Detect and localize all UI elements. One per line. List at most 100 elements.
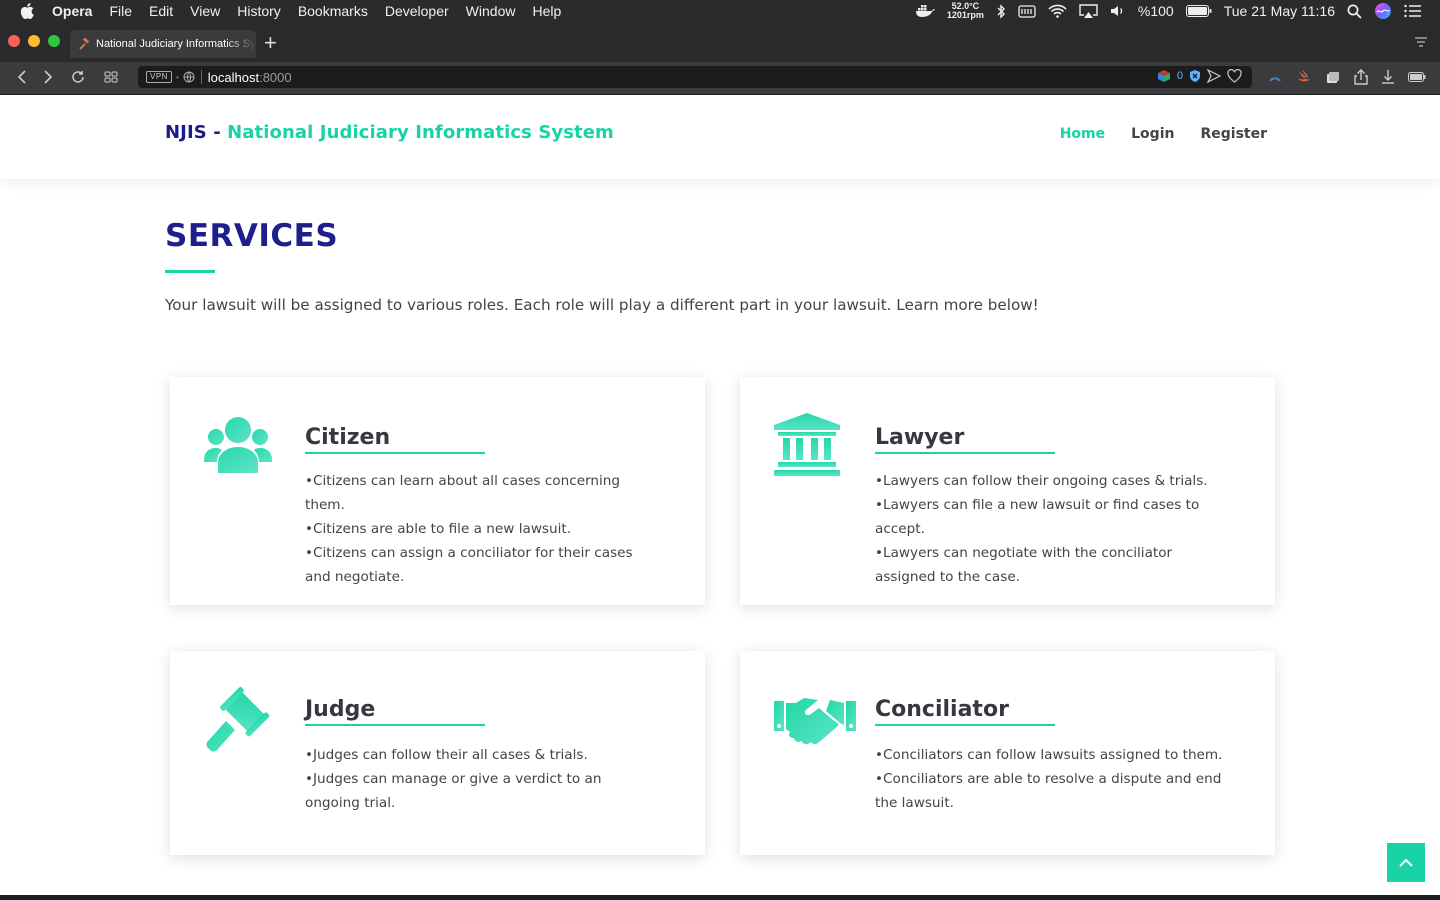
battery-saver-icon[interactable]: [1408, 71, 1426, 83]
swift-extension-icon[interactable]: [1296, 69, 1312, 85]
share-icon[interactable]: [1354, 69, 1368, 85]
site-logo[interactable]: NJIS - National Judiciary Informatics Sy…: [165, 122, 614, 143]
keyboard-icon[interactable]: [1018, 4, 1036, 18]
browser-tab-active[interactable]: National Judiciary Informatics System: [70, 30, 256, 58]
card-title-conciliator: Conciliator: [875, 697, 1009, 722]
service-card-citizen: Citizen Citizens can learn about all cas…: [170, 377, 705, 605]
url-port: :8000: [259, 69, 292, 85]
gavel-icon: [206, 687, 270, 752]
back-to-top-button[interactable]: [1387, 843, 1425, 882]
services-title-underline: [165, 270, 215, 273]
service-card-lawyer: Lawyer Lawyers can follow their ongoing …: [740, 377, 1275, 605]
forward-icon[interactable]: [42, 70, 54, 84]
window-minimize-button[interactable]: [28, 35, 40, 47]
fan-speed: 1201rpm: [946, 10, 984, 20]
menu-help[interactable]: Help: [532, 0, 561, 22]
services-description: Your lawsuit will be assigned to various…: [165, 296, 1039, 314]
main-nav: Home Login Register: [1060, 126, 1267, 142]
date-time[interactable]: Tue 21 May 11:16: [1224, 3, 1335, 19]
lawyer-feature-list: Lawyers can follow their ongoing cases &…: [875, 469, 1235, 589]
menu-history[interactable]: History: [237, 0, 281, 22]
macos-menubar: Opera File Edit View History Bookmarks D…: [0, 0, 1440, 22]
globe-icon: [183, 71, 195, 83]
list-item: Conciliators can follow lawsuits assigne…: [875, 743, 1240, 767]
nav-home[interactable]: Home: [1060, 126, 1105, 142]
heart-bookmark-icon[interactable]: [1227, 69, 1242, 83]
tab-menu-icon[interactable]: [1414, 37, 1428, 49]
volume-icon[interactable]: [1110, 4, 1126, 18]
citizen-feature-list: Citizens can learn about all cases conce…: [305, 469, 655, 589]
card-title-judge: Judge: [305, 697, 376, 722]
vpn-badge[interactable]: VPN: [146, 71, 172, 83]
cpu-temp-readout[interactable]: 52.0°C 1201rpm: [947, 2, 984, 20]
bluetooth-icon[interactable]: [996, 3, 1006, 19]
list-item: Citizens can assign a conciliator for th…: [305, 541, 655, 589]
nav-login[interactable]: Login: [1131, 126, 1174, 142]
list-item: Citizens can learn about all cases conce…: [305, 469, 655, 517]
card-title-citizen: Citizen: [305, 425, 391, 450]
notification-center-icon[interactable]: [1404, 4, 1422, 18]
menu-edit[interactable]: Edit: [149, 0, 173, 22]
card-title-underline: [875, 724, 1055, 726]
tabs-stack-icon[interactable]: [1325, 69, 1341, 85]
list-item: Lawyers can negotiate with the conciliat…: [875, 541, 1235, 589]
tab-grid-icon[interactable]: [104, 70, 118, 84]
download-icon[interactable]: [1381, 69, 1395, 85]
service-card-judge: Judge Judges can follow their all cases …: [170, 651, 705, 855]
chevron-up-icon: [1399, 858, 1413, 867]
menu-developer[interactable]: Developer: [385, 0, 449, 22]
address-bar-actions: 0: [1157, 69, 1242, 83]
gavel-favicon-icon: [79, 38, 90, 50]
url-host: localhost: [207, 69, 260, 85]
courthouse-icon: [774, 413, 840, 476]
address-bar[interactable]: VPN • localhost:8000 0: [138, 66, 1252, 88]
logo-abbreviation: NJIS -: [165, 122, 228, 143]
adblock-shield-icon[interactable]: [1189, 69, 1201, 83]
service-card-conciliator: Conciliator Conciliators can follow laws…: [740, 651, 1275, 855]
menu-bookmarks[interactable]: Bookmarks: [298, 0, 368, 22]
arc-extension-icon[interactable]: [1267, 69, 1283, 85]
card-title-lawyer: Lawyer: [875, 425, 965, 450]
reload-icon[interactable]: [71, 70, 85, 84]
adblock-count: 0: [1176, 70, 1183, 82]
toolbar-extensions: [1267, 69, 1426, 85]
wifi-icon[interactable]: [1048, 4, 1067, 18]
window-close-button[interactable]: [8, 35, 20, 47]
vpn-status-dot: •: [175, 72, 179, 82]
docker-icon[interactable]: [915, 4, 935, 18]
extension-cube-icon[interactable]: [1157, 69, 1171, 83]
users-icon: [204, 417, 272, 473]
nav-register[interactable]: Register: [1200, 126, 1267, 142]
list-item: Judges can manage or give a verdict to a…: [305, 767, 655, 815]
web-page: NJIS - National Judiciary Informatics Sy…: [0, 95, 1440, 895]
airplay-icon[interactable]: [1079, 3, 1098, 19]
siri-icon[interactable]: [1374, 2, 1392, 20]
services-title: SERVICES: [165, 218, 339, 254]
url-separator: [200, 70, 202, 84]
battery-icon[interactable]: [1185, 5, 1212, 17]
window-zoom-button[interactable]: [48, 35, 60, 47]
card-title-underline: [875, 452, 1055, 454]
send-icon[interactable]: [1207, 69, 1221, 83]
menu-app-opera[interactable]: Opera: [52, 0, 92, 22]
logo-full-name: National Judiciary Informatics System: [227, 122, 614, 143]
judge-feature-list: Judges can follow their all cases & tria…: [305, 743, 655, 815]
list-item: Lawyers can file a new lawsuit or find c…: [875, 493, 1235, 541]
menu-file[interactable]: File: [109, 0, 132, 22]
back-icon[interactable]: [16, 70, 28, 84]
menu-view[interactable]: View: [190, 0, 220, 22]
card-title-underline: [305, 724, 485, 726]
conciliator-feature-list: Conciliators can follow lawsuits assigne…: [875, 743, 1240, 815]
handshake-icon: [774, 698, 856, 745]
site-header: NJIS - National Judiciary Informatics Sy…: [0, 95, 1440, 179]
tab-title: National Judiciary Informatics System: [96, 38, 256, 50]
list-item: Lawyers can follow their ongoing cases &…: [875, 469, 1235, 493]
spotlight-search-icon[interactable]: [1347, 4, 1362, 19]
battery-percent: %100: [1137, 3, 1174, 19]
list-item: Citizens are able to file a new lawsuit.: [305, 517, 655, 541]
apple-icon[interactable]: [20, 3, 34, 19]
list-item: Conciliators are able to resolve a dispu…: [875, 767, 1240, 815]
menubar-status-area: 52.0°C 1201rpm %100 Tue 21 May 11:16: [915, 0, 1422, 22]
new-tab-button[interactable]: +: [264, 32, 277, 54]
menu-window[interactable]: Window: [466, 0, 516, 22]
